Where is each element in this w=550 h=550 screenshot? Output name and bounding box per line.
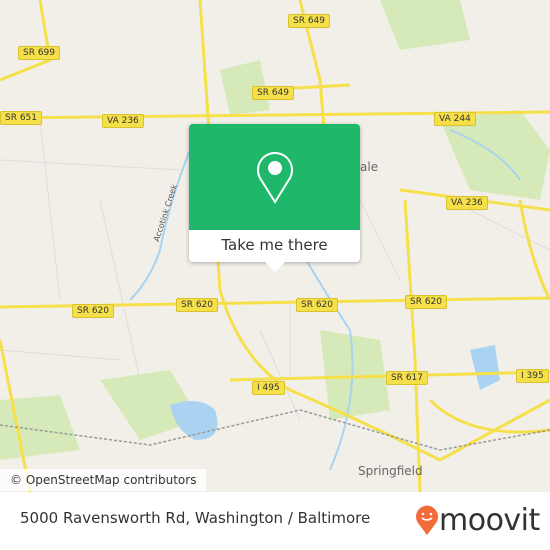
route-shield: SR 651 <box>0 111 43 125</box>
address-label: 5000 Ravensworth Rd, Washington / Baltim… <box>20 509 371 527</box>
route-shield: VA 236 <box>446 196 488 210</box>
moovit-pin-icon <box>416 505 438 535</box>
place-label: Springfield <box>358 464 423 478</box>
attribution[interactable]: © OpenStreetMap contributors <box>0 469 207 491</box>
moovit-logo: moovit <box>415 502 540 538</box>
route-shield: SR 649 <box>252 86 295 100</box>
route-shield: SR 699 <box>18 46 61 60</box>
route-shield: VA 244 <box>434 112 476 126</box>
footer: 5000 Ravensworth Rd, Washington / Baltim… <box>0 492 550 550</box>
map-pin-icon <box>257 152 293 204</box>
popup-header <box>189 124 360 230</box>
route-shield: SR 620 <box>405 295 448 309</box>
route-shield: SR 620 <box>72 304 115 318</box>
route-shield: SR 649 <box>288 14 331 28</box>
route-shield: I 495 <box>252 381 285 395</box>
route-shield: SR 620 <box>296 298 339 312</box>
route-shield: SR 620 <box>176 298 219 312</box>
moovit-wordmark: moovit <box>439 502 540 538</box>
route-shield: VA 236 <box>102 114 144 128</box>
route-shield: I 395 <box>516 369 549 383</box>
map[interactable]: SR 699 SR 651 VA 236 SR 649 SR 649 VA 24… <box>0 0 550 492</box>
route-shield: SR 617 <box>386 371 429 385</box>
place-label: ale <box>360 160 379 174</box>
take-me-there-popup[interactable]: Take me there <box>189 124 360 272</box>
take-me-there-button[interactable]: Take me there <box>189 230 360 262</box>
popup-pointer <box>265 262 285 272</box>
